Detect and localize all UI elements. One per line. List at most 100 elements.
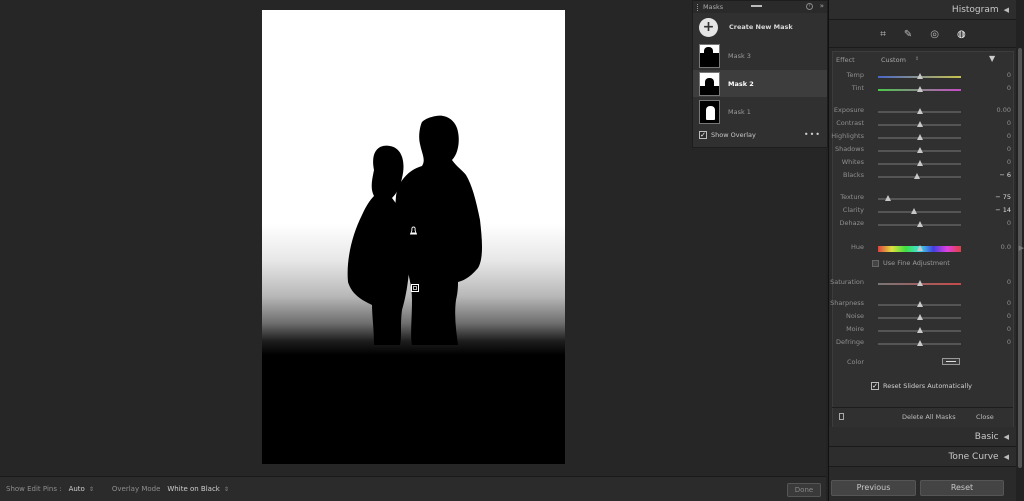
slider-value[interactable]: 0 (1007, 84, 1011, 92)
slider-value[interactable]: 0 (1007, 278, 1011, 286)
masking-icon[interactable]: ◍ (957, 29, 966, 40)
masks-panel-title: Masks (703, 3, 724, 11)
show-overlay-checkbox[interactable]: ✓ (699, 131, 707, 139)
slider-shadows: Shadows 0 (829, 145, 1017, 157)
slider-thumb[interactable] (916, 327, 923, 333)
slider-thumb[interactable] (916, 147, 923, 153)
previous-button[interactable]: Previous (831, 480, 916, 496)
create-new-mask-button[interactable]: + Create New Mask (693, 13, 827, 41)
mask-item-1[interactable]: Mask 1 (693, 98, 827, 125)
panel-toggle-icon[interactable] (839, 413, 844, 420)
fine-adjustment-label: Use Fine Adjustment (883, 259, 950, 267)
crop-icon[interactable]: ⌗ (880, 29, 886, 40)
masks-panel-header[interactable]: Masks ? » (693, 1, 827, 13)
delete-all-masks-button[interactable]: Delete All Masks (902, 413, 956, 421)
color-label: Color (847, 358, 864, 366)
color-swatch[interactable] (942, 358, 960, 365)
slider-thumb[interactable] (914, 173, 920, 179)
slider-thumb[interactable] (916, 221, 923, 227)
create-new-mask-label: Create New Mask (729, 23, 793, 31)
slider-value[interactable]: 0 (1007, 338, 1011, 346)
mask-item-3[interactable]: Mask 3 (693, 42, 827, 69)
show-edit-pins-select[interactable]: Auto (69, 485, 85, 493)
basic-header[interactable]: Basic ◀ (829, 427, 1017, 447)
close-button[interactable]: Close (976, 413, 994, 421)
minimize-icon[interactable] (751, 5, 762, 7)
fine-adjustment-checkbox[interactable] (872, 259, 879, 267)
slider-thumb[interactable] (916, 301, 923, 307)
fine-adjustment-row: Use Fine Adjustment (872, 259, 950, 267)
slider-label: Contrast (836, 119, 864, 127)
mask-item-label: Mask 3 (728, 51, 751, 60)
ellipsis-icon[interactable]: ••• (804, 130, 821, 139)
slider-label: Exposure (833, 106, 864, 114)
show-overlay-label: Show Overlay (711, 131, 756, 139)
histogram-label: Histogram (951, 4, 999, 15)
slider-value[interactable]: − 14 (995, 206, 1011, 214)
slider-value[interactable]: 0.0 (1001, 243, 1011, 251)
help-icon[interactable]: ? (806, 3, 813, 10)
slider-thumb[interactable] (916, 314, 923, 320)
slider-label: Texture (840, 193, 864, 201)
develop-right-panel: Histogram ◀ ⌗ ✎ ◎ ◍ Effect Custom ⇕ ▼ Te… (828, 0, 1024, 501)
slider-label: Highlights (831, 132, 864, 140)
collapse-icon[interactable]: » (820, 2, 824, 10)
slider-exposure: Exposure 0.00 (829, 106, 1017, 118)
slider-label: Clarity (842, 206, 864, 214)
slider-label: Blacks (843, 171, 864, 179)
masks-panel: Masks ? » + Create New Mask Mask 3 Mask … (692, 0, 828, 148)
grip-icon[interactable] (697, 3, 700, 11)
slider-thumb[interactable] (916, 108, 923, 114)
mask-item-2[interactable]: Mask 2 (693, 70, 827, 97)
reset-sliders-row: ✓ Reset Sliders Automatically (871, 382, 972, 390)
slider-thumb[interactable] (916, 86, 923, 92)
slider-highlights: Highlights 0 (829, 132, 1017, 144)
reset-button[interactable]: Reset (920, 480, 1004, 496)
expand-triangle-icon: ◀ (1003, 432, 1009, 441)
slider-contrast: Contrast 0 (829, 119, 1017, 131)
histogram-header[interactable]: Histogram ◀ (829, 0, 1017, 20)
slider-thumb[interactable] (916, 280, 923, 286)
slider-value[interactable]: 0 (1007, 312, 1011, 320)
dropdown-triangle-icon[interactable]: ▼ (989, 54, 995, 63)
panel-toggle-arrow-icon[interactable]: ▶ (1019, 244, 1024, 252)
slider-label: Whites (841, 158, 864, 166)
slider-track[interactable] (878, 211, 961, 213)
spinner-icon: ⇕ (915, 56, 920, 62)
tone-curve-header[interactable]: Tone Curve ◀ (829, 447, 1017, 467)
slider-value[interactable]: 0.00 (997, 106, 1011, 114)
slider-hue: Hue 0.0 (829, 243, 1017, 255)
slider-value[interactable]: 0 (1007, 132, 1011, 140)
slider-value[interactable]: − 75 (995, 193, 1011, 201)
slider-value[interactable]: 0 (1007, 158, 1011, 166)
redeye-icon[interactable]: ◎ (930, 29, 939, 40)
mask-overlay-photo[interactable] (262, 10, 565, 464)
slider-thumb[interactable] (916, 121, 923, 127)
effect-preset-select[interactable]: Custom (881, 56, 906, 64)
reset-sliders-checkbox[interactable]: ✓ (871, 382, 879, 390)
slider-thumb[interactable] (910, 208, 917, 214)
overlay-mode-select[interactable]: White on Black (167, 485, 219, 493)
slider-thumb[interactable] (916, 245, 923, 251)
slider-value[interactable]: 0 (1007, 145, 1011, 153)
slider-thumb[interactable] (916, 160, 923, 166)
slider-thumb[interactable] (916, 134, 923, 140)
slider-value[interactable]: 0 (1007, 219, 1011, 227)
slider-label: Defringe (835, 338, 864, 346)
mask-thumbnail (699, 43, 720, 68)
slider-value[interactable]: 0 (1007, 299, 1011, 307)
slider-value[interactable]: 0 (1007, 71, 1011, 79)
slider-thumb[interactable] (916, 73, 923, 79)
mask-thumbnail (699, 99, 720, 124)
spinner-icon: ⇕ (223, 485, 229, 493)
slider-thumb[interactable] (916, 340, 923, 346)
slider-value[interactable]: 0 (1007, 119, 1011, 127)
done-button[interactable]: Done (787, 483, 821, 497)
expand-triangle-icon: ◀ (1003, 452, 1009, 461)
plus-icon: + (699, 17, 718, 37)
slider-value[interactable]: − 6 (999, 171, 1011, 179)
healing-icon[interactable]: ✎ (904, 29, 912, 40)
slider-thumb[interactable] (885, 195, 892, 201)
slider-value[interactable]: 0 (1007, 325, 1011, 333)
slider-label: Shadows (834, 145, 864, 153)
